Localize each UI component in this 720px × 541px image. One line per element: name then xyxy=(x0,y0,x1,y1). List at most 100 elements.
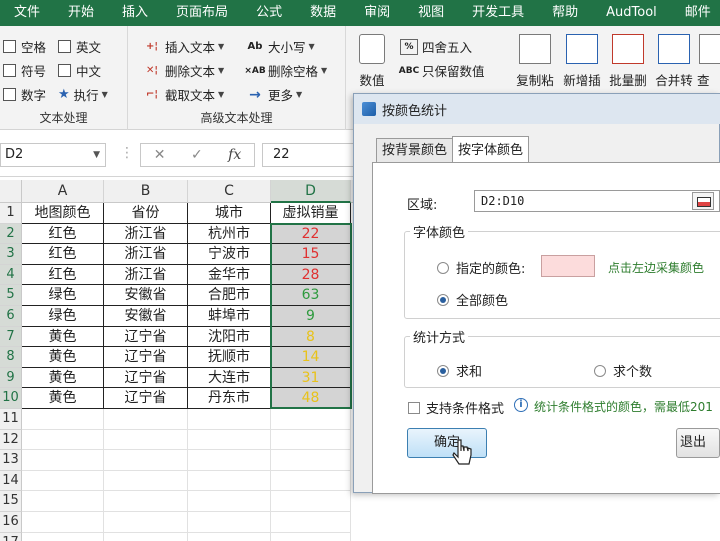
row-header[interactable]: 3 xyxy=(0,244,22,265)
data-cell[interactable]: 合肥市 xyxy=(188,285,271,306)
select-all-corner[interactable] xyxy=(0,180,22,203)
empty-cell[interactable] xyxy=(104,532,188,541)
data-cell[interactable]: 辽宁省 xyxy=(104,326,188,348)
add-insert-button[interactable]: 新增插 xyxy=(559,34,605,89)
radio-count[interactable]: 求个数 xyxy=(594,361,652,380)
data-cell[interactable]: 22 xyxy=(271,223,351,245)
data-cell[interactable]: 抚顺市 xyxy=(188,347,271,368)
range-input[interactable]: D2:D10 xyxy=(474,190,720,212)
data-cell[interactable]: 沈阳市 xyxy=(188,326,271,348)
row-header[interactable]: 4 xyxy=(0,264,22,286)
data-cell[interactable]: 丹东市 xyxy=(188,388,271,409)
column-header[interactable]: D xyxy=(271,180,351,203)
insert-text-button[interactable]: +¦ 插入文本 ▼ xyxy=(143,37,224,56)
extract-text-button[interactable]: ⌐¦ 截取文本 ▼ xyxy=(143,85,224,104)
data-cell[interactable]: 大连市 xyxy=(188,367,271,389)
fx-icon[interactable]: fx xyxy=(228,147,241,163)
empty-cell[interactable] xyxy=(22,429,104,451)
data-cell[interactable]: 杭州市 xyxy=(188,223,271,245)
empty-cell[interactable] xyxy=(22,532,104,541)
menu-item[interactable]: 视图 xyxy=(404,0,458,26)
menu-item[interactable]: 文件 xyxy=(0,0,54,26)
data-cell[interactable]: 48 xyxy=(271,388,351,409)
data-cell[interactable]: 黄色 xyxy=(22,326,104,348)
empty-cell[interactable] xyxy=(188,512,271,533)
empty-cell[interactable] xyxy=(104,450,188,471)
menu-item[interactable]: 插入 xyxy=(108,0,162,26)
row-header[interactable]: 6 xyxy=(0,306,22,327)
data-cell[interactable]: 黄色 xyxy=(22,347,104,368)
data-cell[interactable]: 14 xyxy=(271,347,351,368)
empty-cell[interactable] xyxy=(271,491,351,512)
empty-cell[interactable] xyxy=(22,512,104,533)
radio-specified-color[interactable]: 指定的颜色: xyxy=(437,258,525,277)
row-header[interactable]: 14 xyxy=(0,470,22,492)
row-header[interactable]: 15 xyxy=(0,491,22,512)
empty-cell[interactable] xyxy=(188,532,271,541)
empty-cell[interactable] xyxy=(22,409,104,430)
empty-cell[interactable] xyxy=(188,450,271,471)
empty-cell[interactable] xyxy=(104,512,188,533)
empty-cell[interactable] xyxy=(271,409,351,430)
data-cell[interactable]: 绿色 xyxy=(22,306,104,327)
empty-cell[interactable] xyxy=(104,491,188,512)
row-header[interactable]: 16 xyxy=(0,512,22,533)
data-cell[interactable]: 浙江省 xyxy=(104,264,188,286)
column-header[interactable]: A xyxy=(22,180,104,203)
row-header[interactable]: 2 xyxy=(0,223,22,245)
data-cell[interactable]: 红色 xyxy=(22,244,104,265)
empty-cell[interactable] xyxy=(104,429,188,451)
data-cell[interactable]: 63 xyxy=(271,285,351,306)
data-cell[interactable]: 金华市 xyxy=(188,264,271,286)
header-cell[interactable]: 城市 xyxy=(188,203,271,224)
data-cell[interactable]: 绿色 xyxy=(22,285,104,306)
menu-item[interactable]: 公式 xyxy=(242,0,296,26)
empty-cell[interactable] xyxy=(188,491,271,512)
data-cell[interactable]: 黄色 xyxy=(22,367,104,389)
round-button[interactable]: % 四舍五入 xyxy=(400,37,472,56)
data-cell[interactable]: 9 xyxy=(271,306,351,327)
header-cell[interactable]: 地图颜色 xyxy=(22,203,104,224)
row-header[interactable]: 11 xyxy=(0,409,22,430)
empty-cell[interactable] xyxy=(188,409,271,430)
data-cell[interactable]: 辽宁省 xyxy=(104,347,188,368)
data-cell[interactable]: 安徽省 xyxy=(104,306,188,327)
run-button[interactable]: ★ 执行 ▼ xyxy=(58,85,108,104)
menu-item[interactable]: 帮助 xyxy=(538,0,592,26)
empty-cell[interactable] xyxy=(271,450,351,471)
tab-font-color[interactable]: 按字体颜色 xyxy=(452,136,530,162)
case-button[interactable]: Ab 大小写 ▼ xyxy=(246,37,315,56)
data-cell[interactable]: 28 xyxy=(271,264,351,286)
menu-item[interactable]: AudTool xyxy=(592,0,671,26)
row-header[interactable]: 5 xyxy=(0,285,22,306)
empty-cell[interactable] xyxy=(104,470,188,492)
menu-item[interactable]: 页面布局 xyxy=(162,0,242,26)
ok-button[interactable]: 确定 xyxy=(407,428,487,458)
check-chinese[interactable]: 中文 xyxy=(58,61,101,80)
cond-format-checkbox[interactable]: 支持条件格式 xyxy=(408,398,504,417)
column-header[interactable]: C xyxy=(188,180,271,203)
empty-cell[interactable] xyxy=(188,429,271,451)
value-button[interactable]: 数值 xyxy=(352,34,392,89)
exit-button[interactable]: 退出 xyxy=(676,428,720,458)
empty-cell[interactable] xyxy=(104,409,188,430)
data-cell[interactable]: 蚌埠市 xyxy=(188,306,271,327)
menu-item[interactable]: 开发工具 xyxy=(458,0,538,26)
empty-cell[interactable] xyxy=(271,512,351,533)
empty-cell[interactable] xyxy=(188,470,271,492)
menu-item[interactable]: 开始 xyxy=(54,0,108,26)
data-cell[interactable]: 浙江省 xyxy=(104,244,188,265)
data-cell[interactable]: 宁波市 xyxy=(188,244,271,265)
enter-icon[interactable]: ✓ xyxy=(191,147,203,163)
empty-cell[interactable] xyxy=(271,470,351,492)
more-button[interactable]: → 更多 ▼ xyxy=(246,85,302,104)
empty-cell[interactable] xyxy=(22,470,104,492)
merge-convert-button[interactable]: 合并转 xyxy=(651,34,697,89)
empty-cell[interactable] xyxy=(271,429,351,451)
menu-item[interactable]: 数据 xyxy=(296,0,350,26)
data-cell[interactable]: 红色 xyxy=(22,223,104,245)
data-cell[interactable]: 安徽省 xyxy=(104,285,188,306)
data-cell[interactable]: 8 xyxy=(271,326,351,348)
data-cell[interactable]: 红色 xyxy=(22,264,104,286)
data-cell[interactable]: 浙江省 xyxy=(104,223,188,245)
